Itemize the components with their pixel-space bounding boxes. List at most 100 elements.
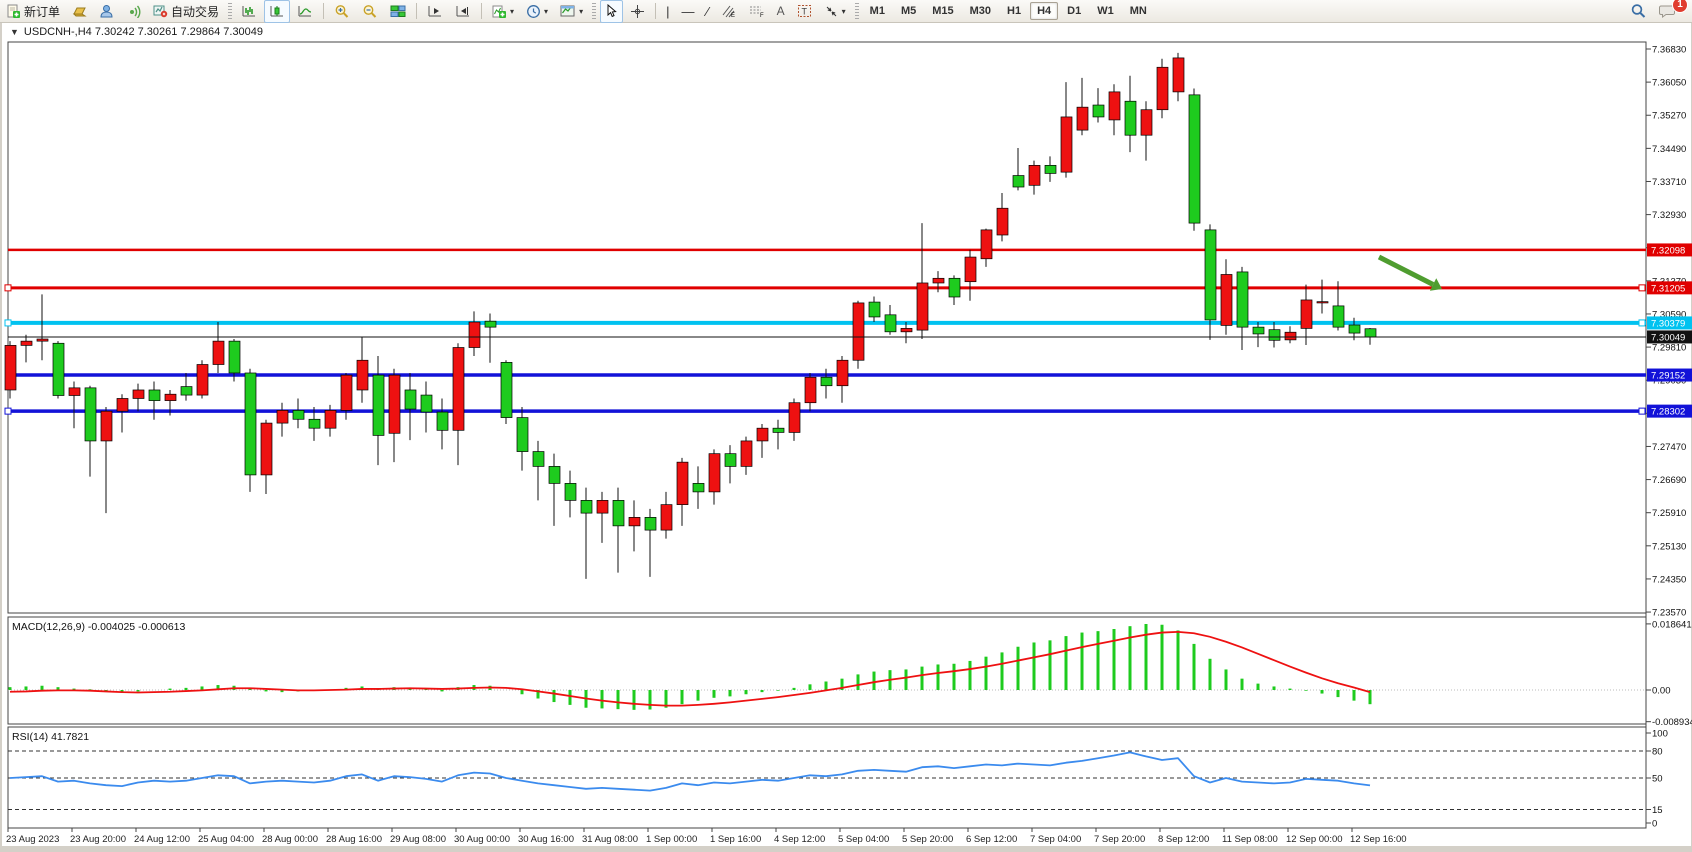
price-tick-label: 7.27470	[1652, 442, 1686, 453]
horizontal-line-button[interactable]: —	[676, 0, 699, 23]
time-tick-label: 28 Aug 16:00	[326, 834, 382, 845]
rsi-tick-label: 100	[1652, 729, 1668, 740]
template-icon	[560, 4, 576, 18]
fibonacci-button[interactable]: F	[744, 0, 770, 23]
tab-timeframe-h4[interactable]: H4	[1030, 2, 1058, 20]
tab-timeframe-m1[interactable]: M1	[863, 2, 892, 20]
candle-body	[325, 410, 336, 428]
line-chart-button[interactable]	[292, 0, 318, 23]
time-tick-label: 30 Aug 16:00	[518, 834, 574, 845]
text-label-button[interactable]: T	[792, 0, 817, 23]
tab-timeframe-mn[interactable]: MN	[1123, 2, 1154, 20]
line-handle[interactable]	[1639, 285, 1645, 291]
shapes-button[interactable]: ▾	[819, 0, 851, 23]
candle-body	[53, 343, 64, 395]
tab-timeframe-d1[interactable]: D1	[1060, 2, 1088, 20]
line-handle[interactable]	[5, 285, 11, 291]
rsi-line	[10, 752, 1370, 790]
crosshair-button[interactable]	[625, 0, 650, 23]
time-tick-label: 11 Sep 08:00	[1222, 834, 1278, 845]
vertical-line-button[interactable]: |	[661, 0, 674, 23]
bar-chart-button[interactable]	[236, 0, 262, 23]
time-tick-label: 23 Aug 20:00	[70, 834, 126, 845]
candle-body	[677, 462, 688, 504]
candle-body	[469, 322, 480, 347]
time-tick-label: 25 Aug 04:00	[198, 834, 254, 845]
cursor-button[interactable]	[600, 0, 623, 23]
tab-timeframe-h1[interactable]: H1	[1000, 2, 1028, 20]
line-handle[interactable]	[1639, 320, 1645, 326]
candlestick-chart-button[interactable]	[264, 0, 290, 23]
tile-windows-button[interactable]	[385, 0, 411, 23]
candle-body	[981, 230, 992, 259]
candle-body	[37, 339, 48, 341]
candle-body	[1205, 230, 1216, 320]
new-order-button[interactable]: 新订单	[1, 0, 65, 23]
candle-body	[837, 360, 848, 385]
time-tick-label: 8 Sep 12:00	[1158, 834, 1209, 845]
price-line-badge: 7.32098	[1651, 245, 1685, 256]
dropdown-caret-icon: ▾	[544, 5, 548, 18]
candle-body	[85, 388, 96, 441]
candle-body	[805, 377, 816, 402]
tab-timeframe-m30[interactable]: M30	[963, 2, 998, 20]
market-watch-button[interactable]	[67, 0, 92, 23]
main-toolbar: 新订单 自动交易	[0, 0, 1692, 23]
auto-scroll-button[interactable]	[422, 0, 448, 23]
candle-body	[789, 403, 800, 433]
text-button[interactable]: A	[772, 0, 790, 23]
price-line-badge: 7.29152	[1651, 371, 1685, 382]
rsi-tick-label: 15	[1652, 805, 1663, 816]
candle-body	[1269, 330, 1280, 341]
search-icon	[1630, 3, 1647, 19]
time-tick-label: 30 Aug 00:00	[454, 834, 510, 845]
timeframe-bar: M1M5M15M30H1H4D1W1MN	[862, 2, 1155, 20]
candle-body	[565, 483, 576, 500]
price-line-badge: 7.31205	[1651, 283, 1685, 294]
auto-trading-icon	[153, 4, 168, 18]
candle-body	[549, 466, 560, 483]
window-bottom-edge	[0, 846, 1692, 852]
macd-tick-label: 0.018641	[1652, 619, 1692, 630]
candle-body	[1221, 274, 1232, 325]
candle-body	[1045, 165, 1056, 173]
line-handle[interactable]	[5, 320, 11, 326]
candle-body	[149, 390, 160, 401]
zoom-in-button[interactable]	[329, 0, 355, 23]
price-tick-label: 7.36050	[1652, 78, 1686, 89]
chart-canvas[interactable]: 7.368307.360507.352707.344907.337107.329…	[2, 23, 1692, 846]
chart-shift-button[interactable]	[450, 0, 476, 23]
tab-timeframe-w1[interactable]: W1	[1090, 2, 1121, 20]
time-tick-label: 12 Sep 16:00	[1350, 834, 1407, 845]
add-indicator-icon	[492, 4, 507, 19]
line-handle[interactable]	[5, 408, 11, 414]
account-button[interactable]	[94, 0, 119, 23]
arrow-annotation[interactable]	[1379, 257, 1442, 291]
search-button[interactable]	[1625, 0, 1652, 23]
templates-button[interactable]: ▾	[555, 0, 588, 23]
tab-timeframe-m15[interactable]: M15	[925, 2, 960, 20]
toolbar-separator	[323, 3, 324, 19]
price-badges: 7.320987.312057.303797.291527.283027.300…	[1647, 243, 1692, 417]
chat-button[interactable]: 1	[1654, 0, 1682, 23]
candle-body	[773, 428, 784, 432]
line-handle[interactable]	[1639, 408, 1645, 414]
zoom-out-button[interactable]	[357, 0, 383, 23]
candle-body	[309, 419, 320, 428]
candle-body	[117, 398, 128, 411]
price-tick-label: 7.35270	[1652, 111, 1686, 122]
periods-button[interactable]: ▾	[521, 0, 553, 23]
channel-button[interactable]: E	[716, 0, 742, 23]
time-tick-label: 1 Sep 00:00	[646, 834, 697, 845]
signals-button[interactable]	[121, 0, 146, 23]
tab-timeframe-m5[interactable]: M5	[894, 2, 923, 20]
line-chart-icon	[297, 4, 313, 18]
price-tick-label: 7.23570	[1652, 608, 1686, 619]
trendline-button[interactable]: ∕	[701, 0, 713, 23]
macd-tick-label: 0.00	[1652, 686, 1671, 697]
add-indicator-button[interactable]: ▾	[487, 0, 519, 23]
auto-trading-button[interactable]: 自动交易	[148, 0, 224, 23]
candle-body	[629, 517, 640, 525]
candle-body	[1093, 105, 1104, 117]
candle-body	[485, 321, 496, 327]
